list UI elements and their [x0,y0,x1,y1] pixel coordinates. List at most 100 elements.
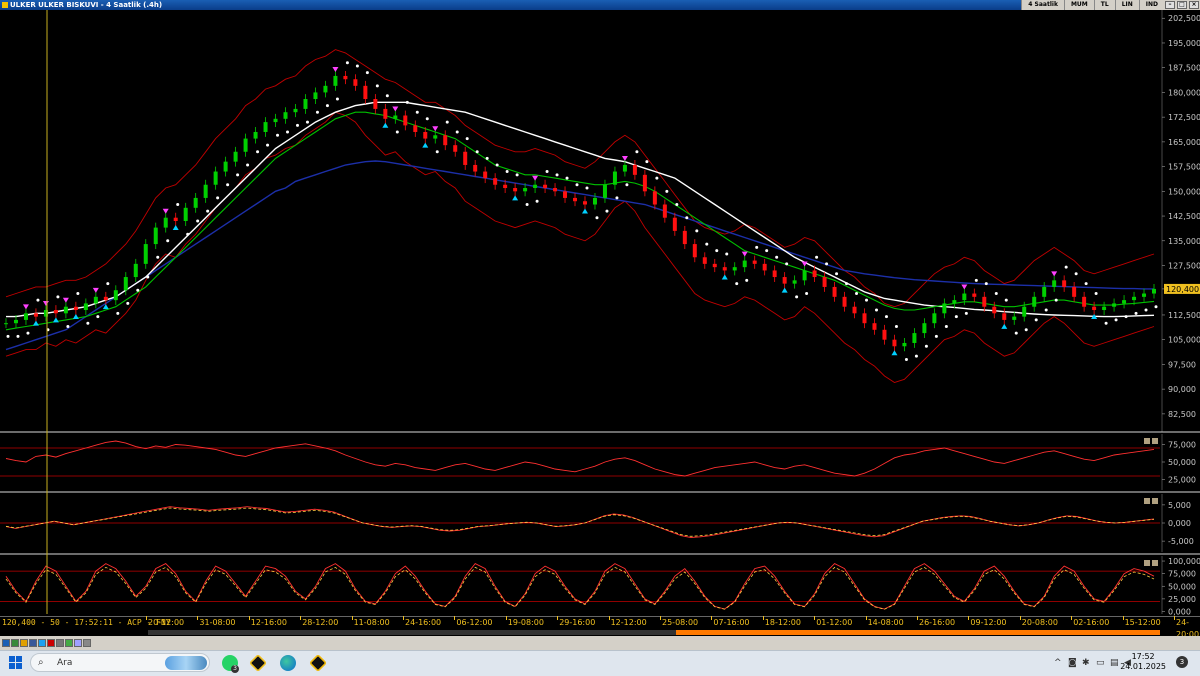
panel-settings-icon [1144,498,1150,504]
panel-close-icon [1152,438,1158,444]
y-tick-label: 75,000 [1168,570,1196,579]
toolbar-indicator[interactable]: IND [1138,0,1164,10]
x-tick-label: 18-12:00 [764,618,801,627]
candle-body [343,75,348,80]
candle-body [802,270,807,281]
sar-dot [415,110,419,114]
candle-body [273,118,278,123]
y-tick-label: 187,500 [1168,64,1200,73]
candle-body [612,171,617,185]
settings-icon[interactable] [83,639,91,647]
x-tick-mark [454,616,456,620]
bluetooth-icon[interactable]: ✱ [1082,658,1090,668]
close-icon[interactable]: × [1189,1,1199,9]
toolbar-scale[interactable]: LIN [1114,0,1139,10]
candle-body [333,75,338,86]
minimize-icon[interactable]: – [1165,1,1175,9]
x-tick-mark [248,616,250,620]
x-tick-mark [146,616,147,620]
toolbar-candle[interactable]: MUM [1063,0,1094,10]
sar-dot [365,71,369,75]
network-icon[interactable]: ▤ [1110,658,1119,668]
candle-body [13,319,18,324]
sar-dot [166,239,170,243]
x-tick-label: 09-12:00 [970,618,1007,627]
candle-body [642,174,647,192]
system-clock[interactable]: 17:52 24.01.2025 [1120,652,1166,672]
sar-dot [1104,321,1108,325]
battery-icon[interactable]: ▭ [1096,658,1105,668]
candle-body [1082,296,1087,307]
sar-dot [535,199,539,203]
candle-body [503,184,508,189]
sar-dot [226,183,230,187]
sar-dot [675,203,679,207]
sar-dot [695,229,699,233]
restore-icon[interactable]: □ [1177,1,1187,9]
clock-date: 24.01.2025 [1120,662,1166,671]
candle-body [1012,316,1017,320]
taskbar-search[interactable]: ⌕ Ara [30,653,210,672]
candle-body [1152,288,1156,294]
candle-body [1142,293,1147,297]
x-tick-label: 24-16:00 [405,618,442,627]
candle-body [573,197,578,202]
sar-dot [735,282,739,286]
folder-icon[interactable] [20,639,28,647]
edge-browser-icon[interactable] [280,655,296,671]
price-chart[interactable]: 202,500 195,000 187,500 180,000 172,500 165,0… [0,10,1200,630]
chevron-up-icon[interactable]: ^ [1054,658,1062,668]
x-tick-label: 25-08:00 [662,618,699,627]
sar-dot [246,163,250,167]
candle-body [1002,313,1007,320]
x-tick-label: 31-08:00 [199,618,236,627]
mail-icon[interactable] [74,639,82,647]
notification-badge[interactable]: 3 [1176,656,1188,668]
sar-dot [665,189,669,193]
candle-body [423,131,428,139]
x-tick-mark [762,616,764,620]
print-icon[interactable] [56,639,64,647]
sar-dot [1064,265,1068,269]
toolbar-period[interactable]: 4 Saatlik [1021,0,1064,10]
new-chart-icon[interactable] [2,639,10,647]
sar-dot [1074,272,1078,276]
sar-dot [505,170,509,174]
candle-body [932,313,937,324]
title-bar: ULKER ULKER BISKUVI - 4 Saatlik (.4h) 4 … [0,0,1200,10]
sar-dot [1124,315,1128,319]
x-tick-mark [711,616,713,620]
candle-body [952,300,957,304]
camera-icon[interactable]: ◙ [1068,658,1077,668]
sar-dot [196,219,200,223]
excel-icon[interactable] [11,639,19,647]
scrollbar-thumb[interactable] [676,630,1160,635]
y-tick-label: 180,000 [1168,88,1200,97]
sar-dot [156,255,160,259]
candle-body [622,164,627,172]
sar-dot [96,315,100,319]
y-tick-label: 75,000 [1168,441,1196,450]
y-tick-label: 50,000 [1168,458,1196,467]
candle-body [1022,306,1027,317]
sar-dot [625,183,629,187]
candle-body [73,306,78,311]
candle-body [203,184,208,198]
candle-body [543,184,548,189]
windows-start-icon[interactable] [9,656,23,670]
tool-strip [0,636,148,650]
facebook-icon[interactable] [29,639,37,647]
youtube-icon[interactable] [47,639,55,647]
candle-body [1102,306,1107,311]
sar-dot [645,160,649,164]
candle-body [762,263,767,271]
candle-body [1062,280,1067,287]
panel-settings-icon [1144,438,1150,444]
sar-dot [355,64,359,68]
sar-dot [765,249,769,253]
sar-dot [855,292,859,296]
save-icon[interactable] [65,639,73,647]
twitter-icon[interactable] [38,639,46,647]
panel-close-icon [1152,498,1158,504]
toolbar-currency[interactable]: TL [1093,0,1115,10]
